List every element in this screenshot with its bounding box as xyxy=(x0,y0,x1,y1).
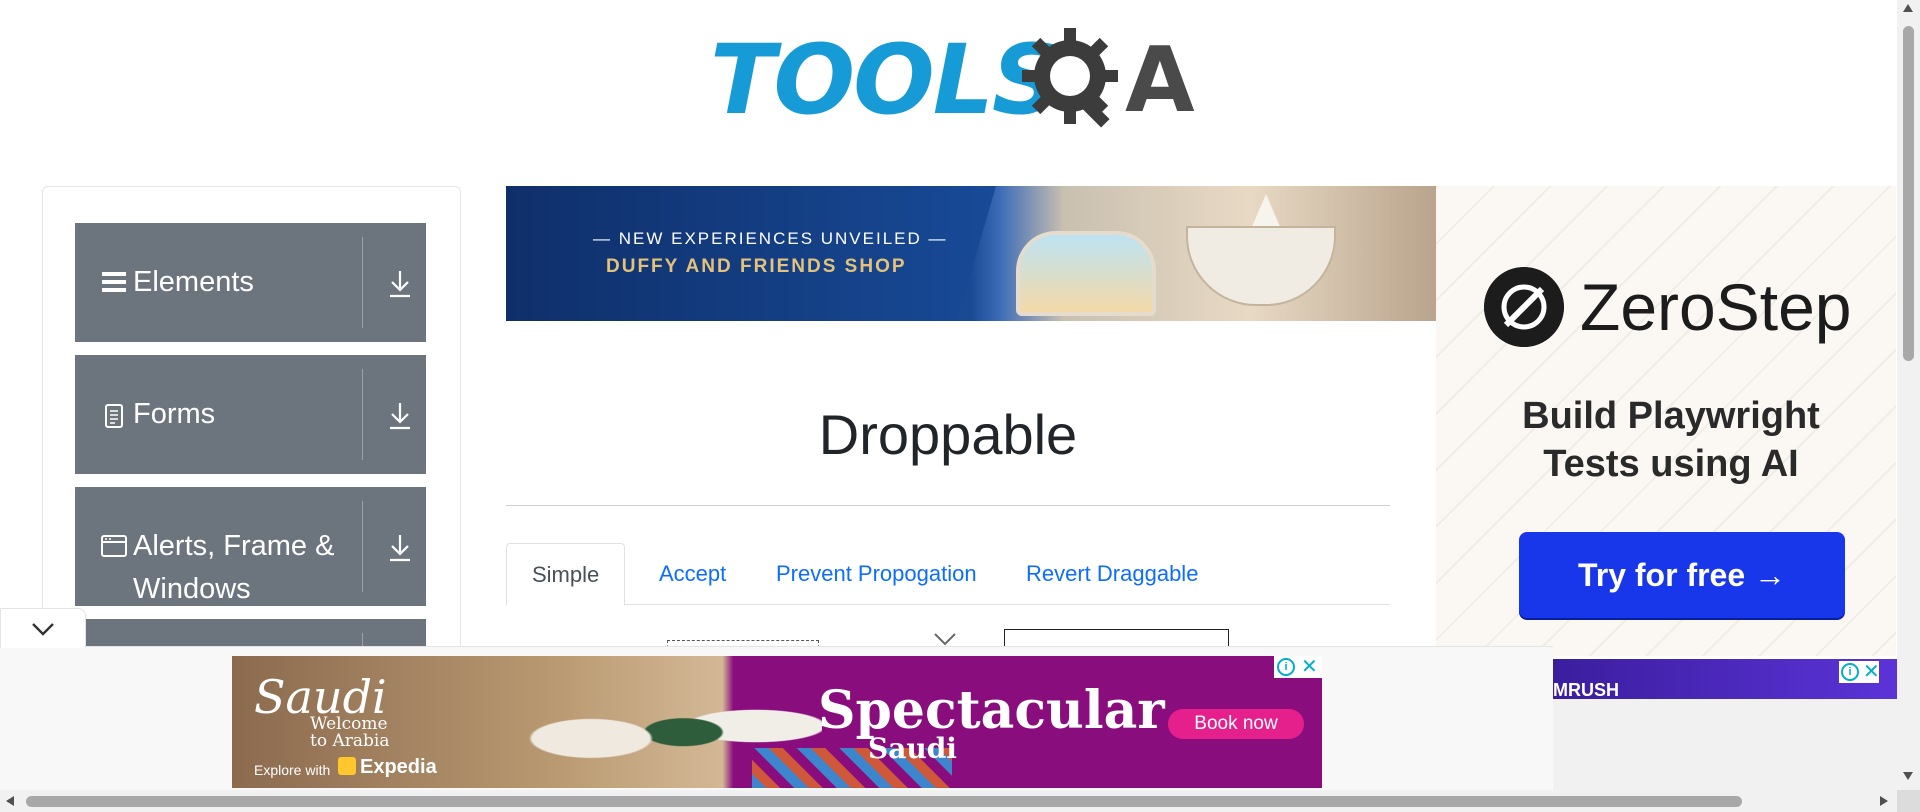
ad-choices-badge[interactable]: i ✕ xyxy=(1839,661,1880,683)
horizontal-scrollbar[interactable] xyxy=(0,790,1920,812)
vertical-scrollbar[interactable] xyxy=(1897,0,1920,790)
document-icon xyxy=(105,404,123,428)
sidebar-group-forms[interactable]: Forms xyxy=(75,355,426,474)
browser-window-icon xyxy=(101,535,127,557)
expedia-icon xyxy=(338,757,356,775)
sidebar-group-elements[interactable]: Elements xyxy=(75,223,426,342)
ad-placeholder xyxy=(1553,699,1897,790)
page-title: Droppable xyxy=(818,403,1078,466)
download-icon[interactable] xyxy=(387,533,413,563)
scrollbar-corner xyxy=(1897,790,1920,812)
vertical-scroll-thumb[interactable] xyxy=(1903,26,1914,361)
semrush-brand: MRUSH xyxy=(1553,680,1619,700)
divider xyxy=(362,501,363,592)
divider xyxy=(362,237,363,328)
banner-line2: DUFFY AND FRIENDS SHOP xyxy=(606,256,907,277)
zerostep-logo-icon xyxy=(1484,267,1564,347)
semrush-ad[interactable]: MRUSH i ✕ xyxy=(1553,659,1897,699)
headline-line1: Build Playwright xyxy=(1522,395,1820,437)
scroll-down-arrow-icon[interactable] xyxy=(1903,772,1913,780)
left-sidebar: Elements Forms Alerts, Frame & Windows xyxy=(42,186,461,706)
saudi-ad[interactable]: Saudi Welcome to Arabia Explore with Exp… xyxy=(232,656,1322,788)
info-icon[interactable]: i xyxy=(1841,663,1859,681)
expedia-logo: Expedia xyxy=(338,756,437,779)
horizontal-scroll-thumb[interactable] xyxy=(26,796,1742,807)
tab-revert-draggable[interactable]: Revert Draggable xyxy=(1001,543,1223,605)
hamburger-icon xyxy=(102,272,126,292)
zerostep-ad[interactable]: ZeroStep Build Playwright Tests using AI… xyxy=(1436,186,1896,656)
sidebar-group-label-line2: Windows xyxy=(133,573,251,605)
sidebar-group-label: Forms xyxy=(133,398,216,430)
logo-text: TOOLS xyxy=(710,24,1061,136)
tab-bar: Simple Accept Prevent Propogation Revert… xyxy=(506,543,1390,606)
banner-ad[interactable]: — NEW EXPERIENCES UNVEILED — DUFFY AND F… xyxy=(506,186,1436,321)
try-for-free-button[interactable]: Try for free → xyxy=(1519,532,1845,618)
headline-line2: Tests using AI xyxy=(1543,443,1799,485)
explore-with-text: Explore with xyxy=(254,762,331,778)
toolsqa-logo[interactable]: TOOLS A xyxy=(700,18,1200,138)
zerostep-headline: Build Playwright Tests using AI xyxy=(1476,392,1866,488)
title-divider xyxy=(506,505,1390,506)
info-icon[interactable]: i xyxy=(1277,658,1295,676)
banner-artwork xyxy=(1016,231,1156,316)
page: TOOLS A Elements Forms Alerts, Frame & W… xyxy=(0,0,1920,812)
book-now-button[interactable]: Book now xyxy=(1168,709,1304,739)
chevron-down-icon[interactable] xyxy=(934,632,956,646)
sidebar-group-alerts-frame-windows[interactable]: Alerts, Frame & Windows xyxy=(75,487,426,606)
scroll-up-arrow-icon[interactable] xyxy=(1903,4,1913,12)
close-icon[interactable]: ✕ xyxy=(1863,662,1880,682)
banner-text-panel xyxy=(506,186,996,321)
download-icon[interactable] xyxy=(387,401,413,431)
welcome-line2: to Arabia xyxy=(310,731,390,751)
zerostep-brand: ZeroStep xyxy=(1580,270,1852,344)
scroll-left-arrow-icon[interactable] xyxy=(6,796,14,806)
chevron-down-icon xyxy=(32,623,54,636)
scroll-right-arrow-icon[interactable] xyxy=(1880,796,1888,806)
tab-simple[interactable]: Simple xyxy=(506,543,626,606)
logo-text-a: A xyxy=(1125,28,1195,133)
sidebar-group-label: Elements xyxy=(133,266,254,298)
tab-accept[interactable]: Accept xyxy=(634,543,751,605)
gear-magnifier-icon xyxy=(1022,28,1118,128)
tab-prevent-propogation[interactable]: Prevent Propogation xyxy=(751,543,1002,605)
sidebar-group-label: Alerts, Frame & xyxy=(133,530,335,562)
banner-line1: — NEW EXPERIENCES UNVEILED — xyxy=(593,229,948,248)
ad-subline: Saudi xyxy=(868,732,957,765)
banner-boat xyxy=(1186,226,1336,306)
divider xyxy=(362,369,363,460)
close-icon[interactable]: ✕ xyxy=(1301,657,1318,677)
download-icon[interactable] xyxy=(387,269,413,299)
saudi-welcome: Welcome to Arabia xyxy=(310,716,389,750)
expedia-text: Expedia xyxy=(360,756,437,778)
ad-choices-badge[interactable]: i ✕ xyxy=(1274,656,1322,678)
ad-collapse-toggle[interactable] xyxy=(0,608,86,648)
